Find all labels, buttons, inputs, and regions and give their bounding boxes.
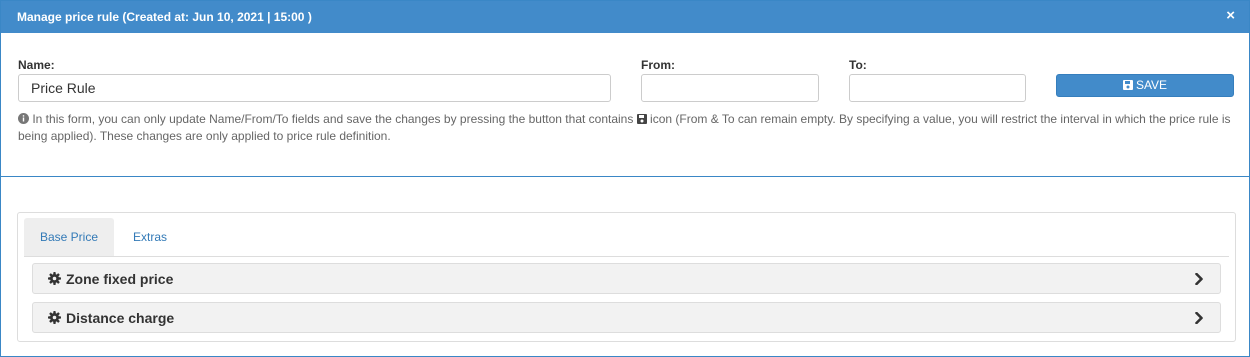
chevron-right-icon bbox=[1195, 273, 1203, 285]
chevron-right-icon bbox=[1195, 312, 1203, 324]
from-input[interactable] bbox=[641, 74, 819, 102]
accordion-distance-charge[interactable]: Distance charge bbox=[32, 302, 1221, 333]
accordion-distance-charge-label: Distance charge bbox=[66, 310, 175, 326]
price-tabs-panel: Base Price Extras Zone fixed price Dista… bbox=[17, 212, 1236, 342]
to-label: To: bbox=[849, 58, 867, 72]
tab-extras-label: Extras bbox=[132, 230, 167, 244]
from-label: From: bbox=[641, 58, 675, 72]
gear-icon bbox=[48, 311, 61, 324]
save-button[interactable]: SAVE bbox=[1056, 74, 1234, 97]
tab-base-price[interactable]: Base Price bbox=[24, 218, 114, 256]
modal-header: Manage price rule (Created at: Jun 10, 2… bbox=[1, 1, 1249, 33]
save-button-label: SAVE bbox=[1135, 78, 1168, 92]
section-divider bbox=[1, 176, 1249, 177]
tab-base-price-label: Base Price bbox=[39, 230, 99, 244]
to-input[interactable] bbox=[849, 74, 1026, 102]
close-button[interactable]: × bbox=[1226, 7, 1235, 25]
price-rule-modal: Manage price rule (Created at: Jun 10, 2… bbox=[0, 0, 1250, 357]
modal-title: Manage price rule (Created at: Jun 10, 2… bbox=[17, 10, 312, 24]
help-text-part1: In this form, you can only update Name/F… bbox=[32, 112, 634, 126]
tabs-underline bbox=[24, 256, 1229, 257]
floppy-disk-icon bbox=[636, 114, 647, 124]
accordion-zone-fixed-price[interactable]: Zone fixed price bbox=[32, 263, 1221, 294]
help-text: In this form, you can only update Name/F… bbox=[18, 111, 1234, 145]
name-input[interactable] bbox=[18, 74, 611, 102]
accordion-zone-fixed-price-label: Zone fixed price bbox=[66, 271, 174, 287]
gear-icon bbox=[48, 272, 61, 285]
tab-extras[interactable]: Extras bbox=[118, 218, 182, 256]
info-circle-icon bbox=[18, 113, 29, 124]
floppy-disk-icon bbox=[1122, 80, 1133, 90]
name-label: Name: bbox=[18, 58, 55, 72]
